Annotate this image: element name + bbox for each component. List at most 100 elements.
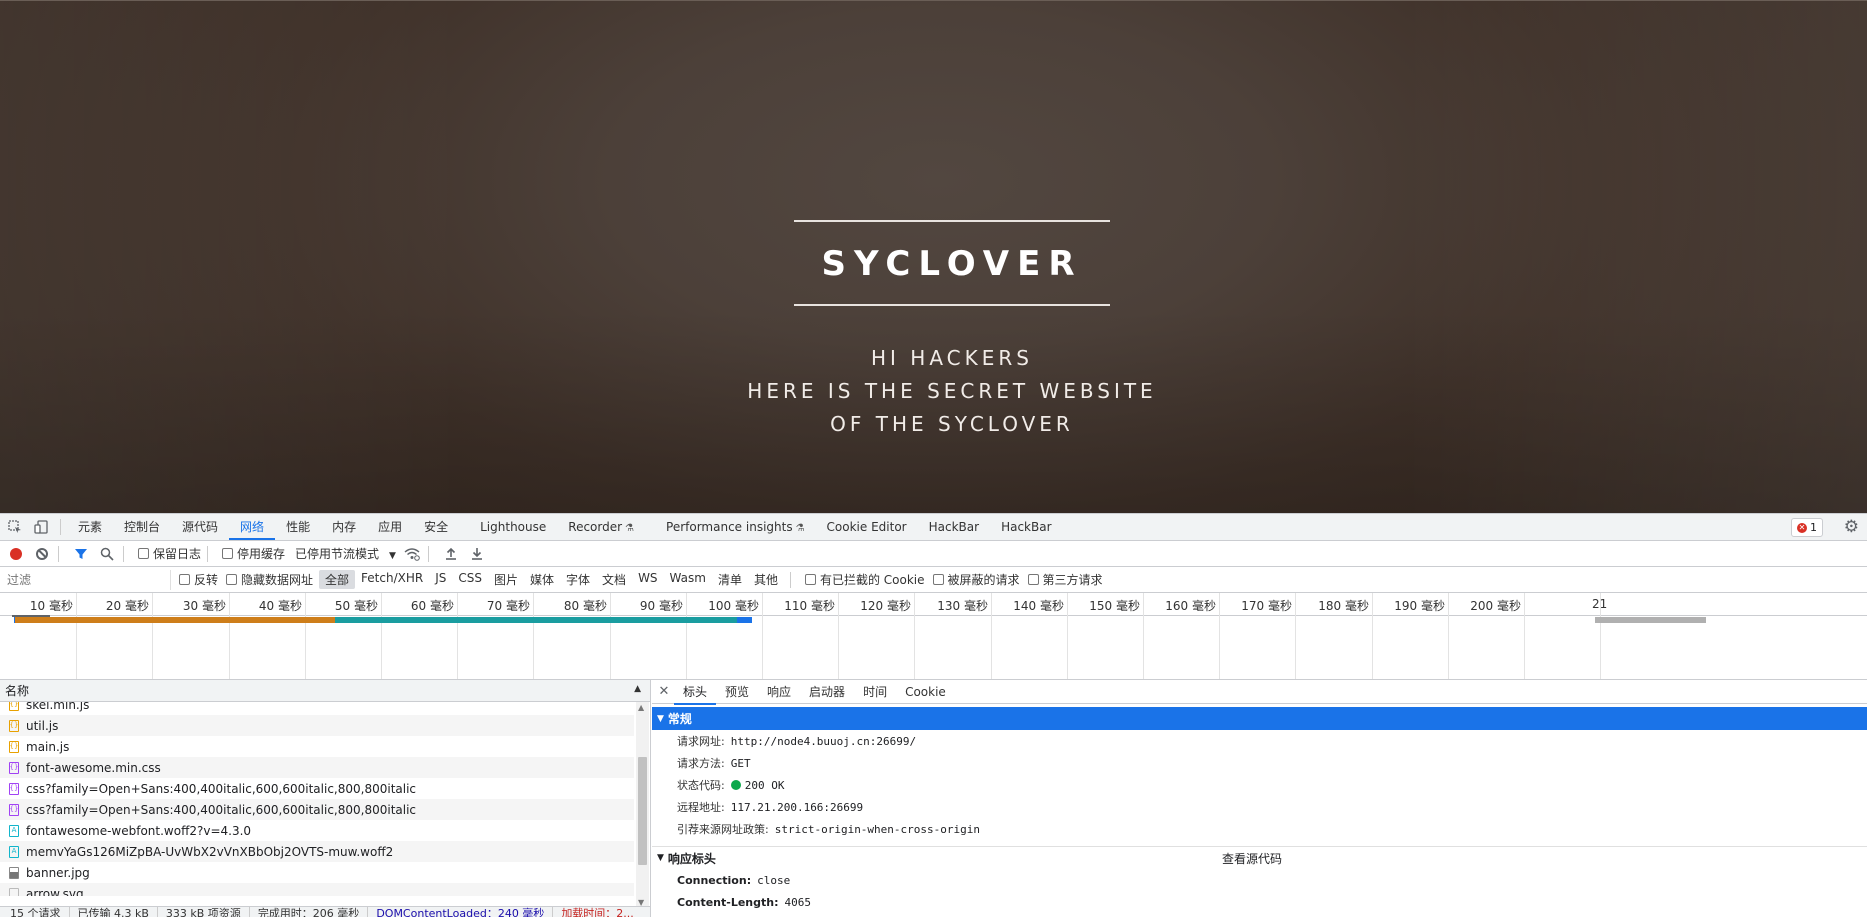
type-filter-ws[interactable]: WS [632,570,663,589]
checkbox-box[interactable] [222,548,234,559]
checkbox-box[interactable] [138,548,149,559]
site-title: SYCLOVER [821,244,1083,284]
request-row[interactable]: arrow.svg [0,883,634,896]
filter-input[interactable] [3,569,171,590]
tab-label: Performance insights [666,520,793,534]
view-source-link[interactable]: 查看源代码 [1222,850,1282,867]
preserve-log-checkbox[interactable]: 保留日志 [138,545,201,562]
request-list-scrollbar[interactable]: ▲ ▼ [636,702,649,908]
tab-cookie-editor[interactable]: Cookie Editor [816,514,918,540]
error-count-badge[interactable]: ✕ 1 [1791,518,1823,537]
invert-checkbox[interactable]: 反转 [179,571,218,588]
network-conditions-icon[interactable] [402,544,422,564]
type-filter-type-10[interactable]: 清单 [712,570,748,589]
type-filter-fetch-xhr[interactable]: Fetch/XHR [355,570,429,589]
request-row[interactable]: {} skel.min.js [0,702,634,715]
general-section-header[interactable]: ▼ 常规 [652,707,1867,730]
tab-hackbar[interactable]: HackBar [990,514,1062,540]
third-party-checkbox[interactable]: 第三方请求 [1027,571,1103,588]
general-value[interactable]: GET [731,757,751,770]
general-value[interactable]: strict-origin-when-cross-origin [775,823,980,836]
tab-hackbar[interactable]: HackBar [918,514,990,540]
throttling-select[interactable]: 已停用节流模式 ▼ [295,545,396,562]
type-filter-type-7[interactable]: 文档 [596,570,632,589]
device-toolbar-icon[interactable] [30,516,52,538]
general-row: 请求方法: GET [652,752,1867,774]
type-filter-type-0[interactable]: 全部 [319,570,356,589]
detail-tab-tab-1[interactable]: 预览 [716,680,758,704]
general-value[interactable]: 117.21.200.166:26699 [731,801,863,814]
checkbox-box[interactable] [226,574,238,585]
tab-panel-4[interactable]: 性能 [275,514,321,540]
checkbox-box[interactable] [932,574,944,585]
scrollbar-thumb[interactable] [638,757,647,865]
type-filter-type-11[interactable]: 其他 [748,570,784,589]
tab-performance-insights[interactable]: Performance insights ⚗ [655,514,816,540]
status-item: 333 kB 项资源 [166,907,250,917]
beaker-icon: ⚗ [795,523,805,534]
tab-lighthouse[interactable]: Lighthouse [469,514,557,540]
scroll-up-icon[interactable]: ▲ [638,703,644,712]
tab-panel-1[interactable]: 控制台 [113,514,171,540]
status-item: 15 个请求 [10,907,70,917]
clear-button[interactable] [32,544,52,564]
invert-label: 反转 [194,573,219,587]
blocked-requests-checkbox[interactable]: 被屏蔽的请求 [932,571,1020,588]
detail-tab-cookie[interactable]: Cookie [896,680,955,704]
filter-icon[interactable] [71,544,91,564]
settings-gear-icon[interactable]: ⚙ [1844,517,1859,537]
type-filter-type-6[interactable]: 字体 [560,570,596,589]
request-row[interactable]: {} css?family=Open+Sans:400,400italic,600… [0,799,634,820]
general-key: 远程地址: [677,801,725,814]
type-filter-wasm[interactable]: Wasm [664,570,712,589]
general-value[interactable]: 200 OK [730,779,784,792]
response-header-value[interactable]: close [757,874,790,887]
checkbox-box[interactable] [1027,574,1039,585]
request-row[interactable]: {} font-awesome.min.css [0,757,634,778]
record-button[interactable] [6,544,26,564]
blocked-cookies-checkbox[interactable]: 有已拦截的 Cookie [804,571,925,588]
search-icon[interactable] [97,544,117,564]
tab-panel-5[interactable]: 内存 [321,514,367,540]
request-row[interactable]: Afontawesome-webfont.woff2?v=4.3.0 [0,820,634,841]
tab-panel-6[interactable]: 应用 [367,514,413,540]
checkbox-box[interactable] [804,574,816,585]
css-file-icon: {} [9,761,19,774]
tab-panel-3[interactable]: 网络 [229,514,276,540]
detail-tab-tab-3[interactable]: 启动器 [800,680,854,704]
request-row[interactable]: banner.jpg [0,862,634,883]
hide-data-urls-checkbox[interactable]: 隐藏数据网址 [226,571,313,588]
title-rule-top [794,220,1110,222]
detail-tab-tab-0[interactable]: 标头 [674,680,717,705]
request-row[interactable]: {} util.js [0,715,634,736]
request-rows-viewport: {} skel.min.js {} util.js {} main.js {} font-aw… [0,702,650,896]
hero-line-2: HERE IS THE SECRET WEBSITE [747,379,1157,403]
request-row[interactable]: {} main.js [0,736,634,757]
toolbar-separator [123,545,124,562]
general-value[interactable]: http://node4.buuoj.cn:26699/ [731,735,916,748]
type-filter-css[interactable]: CSS [452,570,488,589]
request-name: banner.jpg [26,865,90,880]
tab-recorder[interactable]: Recorder ⚗ [557,514,645,540]
tab-panel-7[interactable]: 安全 [413,514,459,540]
request-row[interactable]: {} css?family=Open+Sans:400,400italic,600… [0,778,634,799]
tab-panel-0[interactable]: 元素 [67,514,113,540]
response-headers-section-header[interactable]: ▼ 响应标头 查看源代码 [652,846,1867,869]
detail-tab-tab-4[interactable]: 时间 [854,680,896,704]
export-har-icon[interactable] [467,544,487,564]
inspect-element-icon[interactable] [4,516,26,538]
name-column-header[interactable]: 名称 ▲ [0,680,650,702]
request-row[interactable]: AmemvYaGs126MiZpBA-UvWbX2vVnXBbObj2OVTS-… [0,841,634,862]
type-filter-type-5[interactable]: 媒体 [524,570,560,589]
network-overview-timeline[interactable]: 10 毫秒 20 毫秒 30 毫秒 40 毫秒 50 毫秒 60 毫秒 70 毫秒 80 毫秒… [0,593,1867,680]
tab-panel-2[interactable]: 源代码 [171,514,229,540]
disable-cache-checkbox[interactable]: 停用缓存 [222,545,285,562]
checkbox-box[interactable] [179,574,190,585]
detail-tab-tab-2[interactable]: 响应 [758,680,800,704]
type-filter-type-4[interactable]: 图片 [488,570,524,589]
tab-label: 源代码 [182,520,219,534]
response-header-value[interactable]: 4065 [785,896,812,909]
import-har-icon[interactable] [441,544,461,564]
type-filter-js[interactable]: JS [429,570,452,589]
close-detail-icon[interactable]: ✕ [654,684,674,699]
